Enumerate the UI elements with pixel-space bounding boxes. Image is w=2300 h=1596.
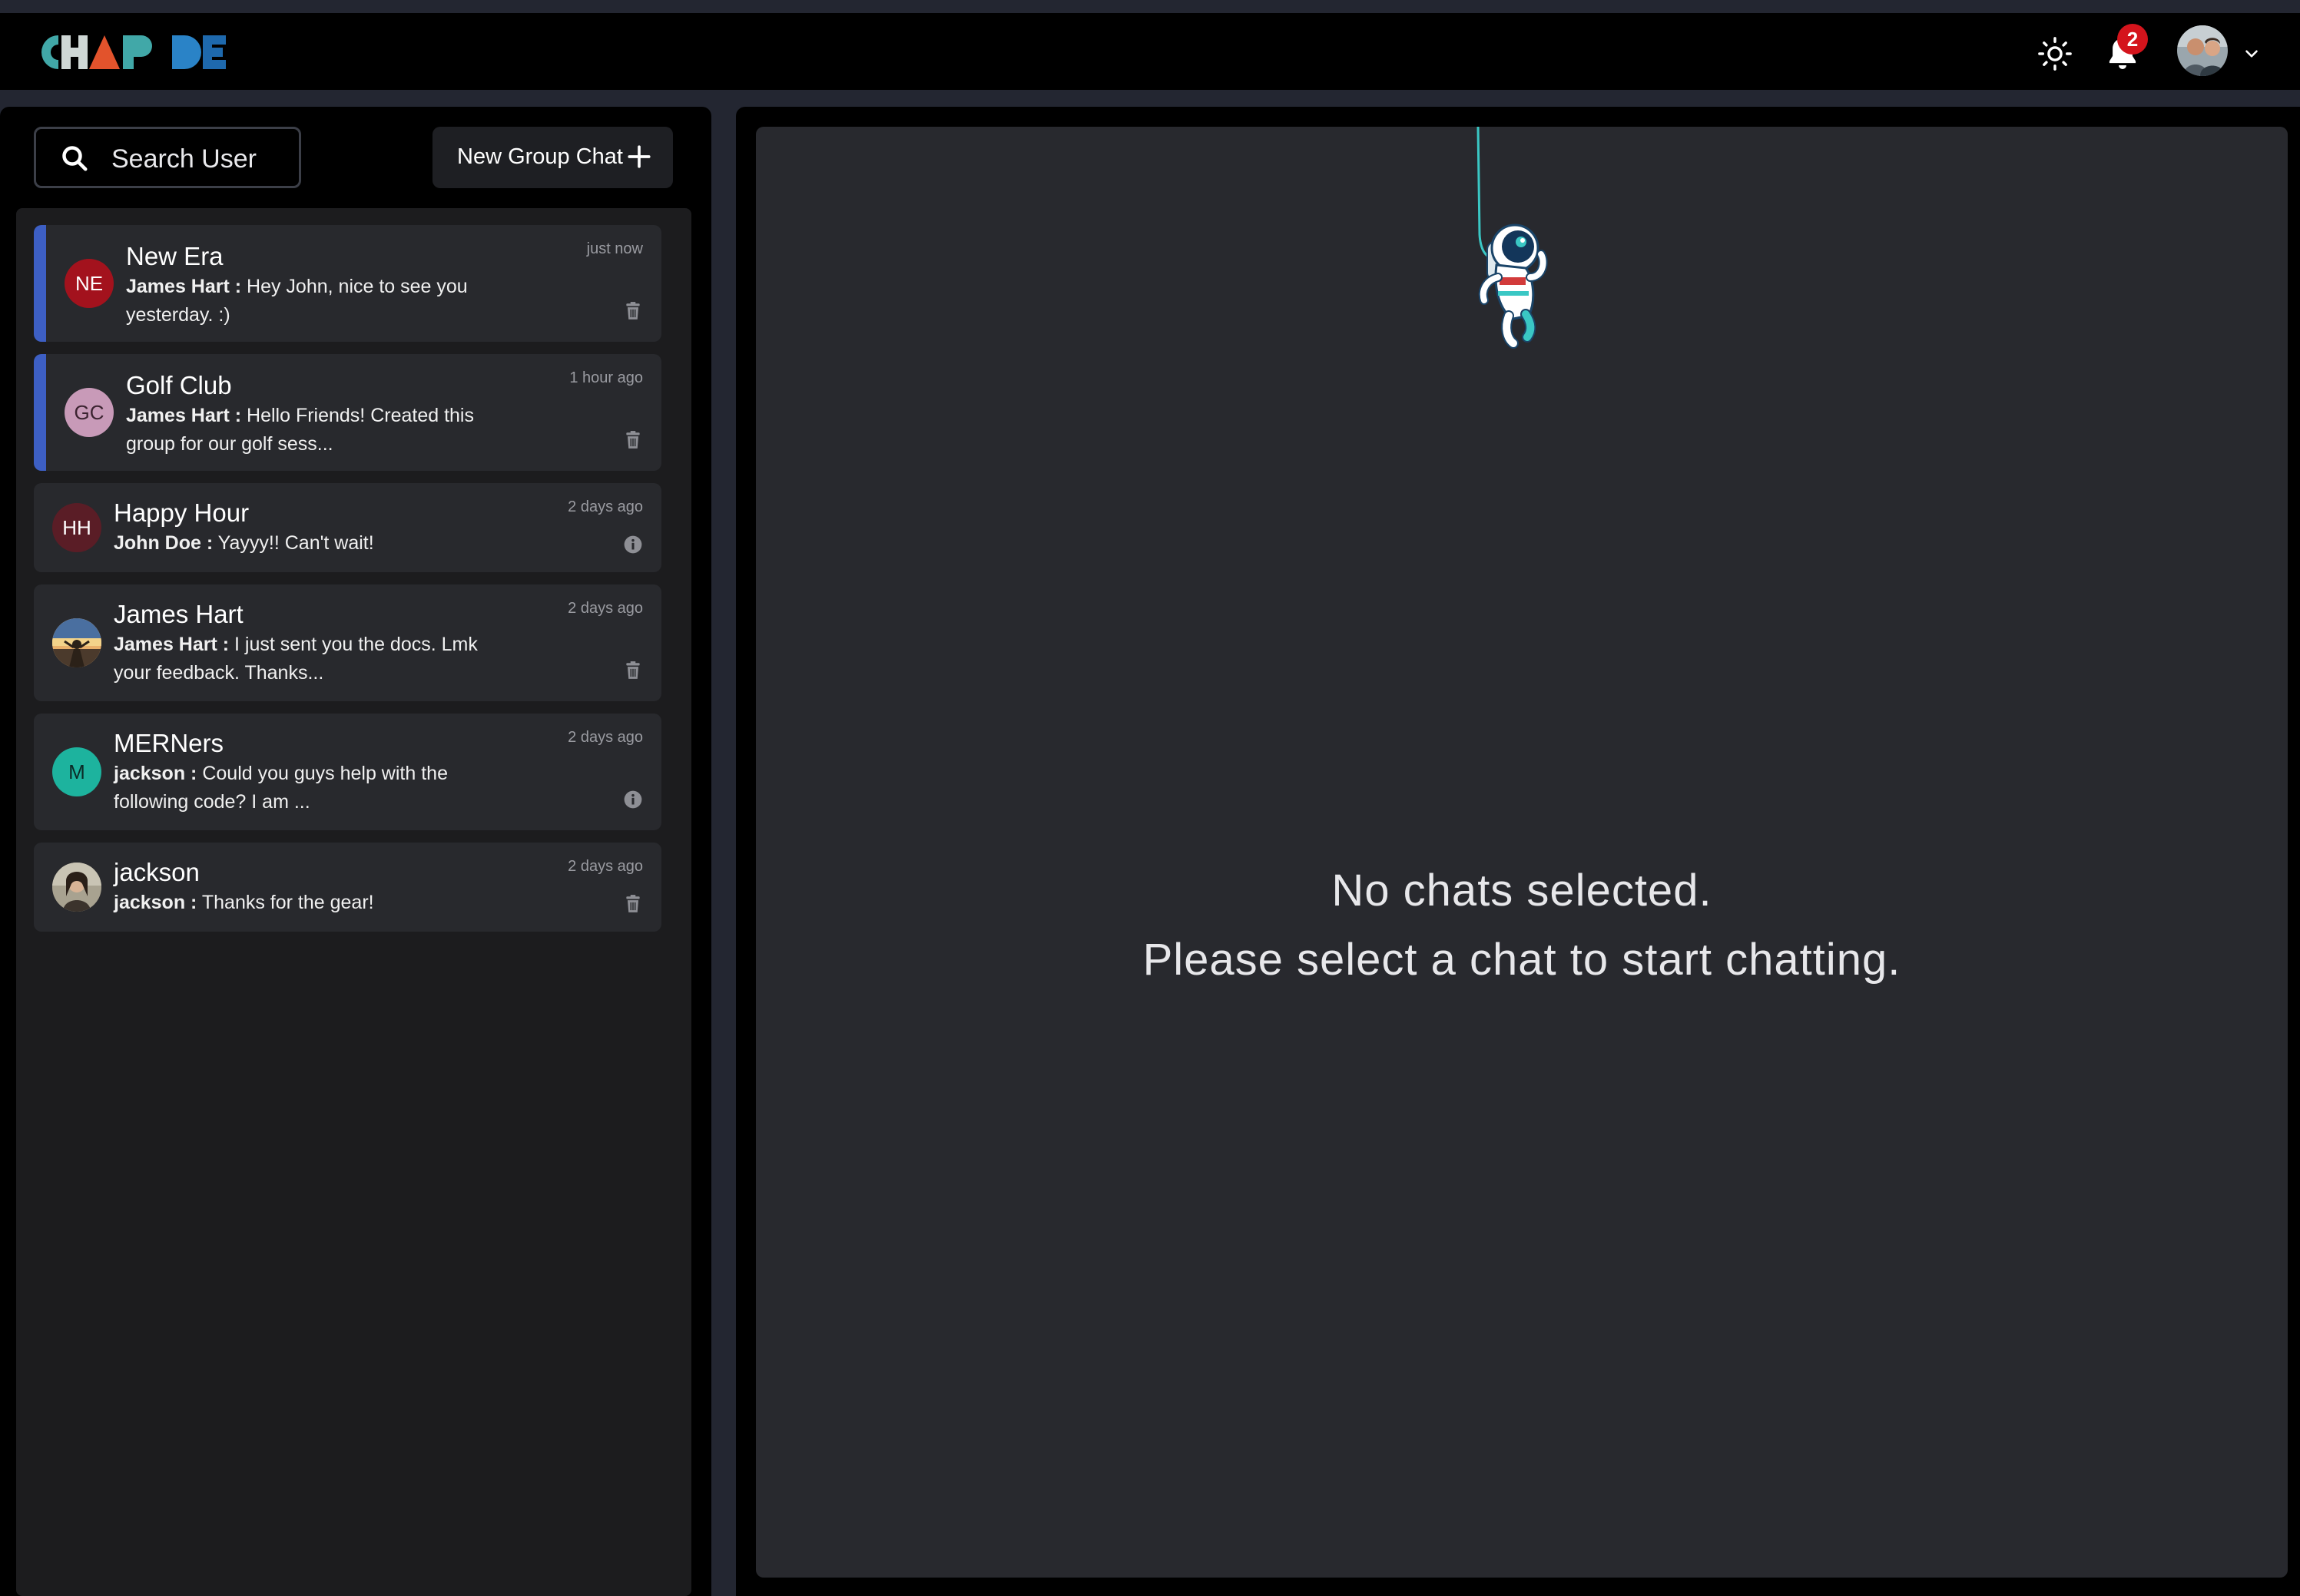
message-sender: James Hart : — [114, 634, 230, 655]
message-sender: John Doe : — [114, 532, 214, 554]
avatar — [52, 618, 101, 667]
empty-state-subtitle: Please select a chat to start chatting. — [1142, 935, 1901, 985]
top-navbar: 2 — [0, 13, 2300, 90]
chat-timestamp: 2 days ago — [568, 498, 643, 515]
chat-last-message: jackson : Thanks for the gear! — [114, 889, 505, 917]
chat-list-item[interactable]: M MERNers jackson : Could you guys help … — [34, 714, 661, 830]
chat-name: Happy Hour — [114, 498, 250, 527]
chat-timestamp: 2 days ago — [568, 600, 643, 617]
message-sender: jackson : — [114, 763, 197, 784]
new-group-chat-button[interactable]: New Group Chat — [432, 127, 673, 188]
trash-icon[interactable] — [623, 893, 643, 915]
no-chat-selected-message: No chats selected. Please select a chat … — [756, 856, 2288, 995]
app-root: 2 Search User New Group Chat NE New Era … — [0, 0, 2300, 1596]
chats-sidebar: Search User New Group Chat NE New Era Ja… — [0, 107, 711, 1596]
avatar: M — [52, 747, 101, 796]
message-text: Yayyy!! Can't wait! — [217, 532, 374, 554]
avatar — [52, 863, 101, 912]
search-user-label: Search User — [111, 144, 257, 174]
unread-indicator — [34, 225, 46, 342]
trash-icon[interactable] — [623, 660, 643, 681]
avatar: GC — [65, 388, 114, 437]
theme-toggle-sun-icon[interactable] — [2037, 36, 2073, 71]
chat-last-message: John Doe : Yayyy!! Can't wait! — [114, 529, 505, 558]
chevron-down-icon[interactable] — [2242, 44, 2262, 64]
search-icon — [62, 146, 88, 171]
chat-list-item[interactable]: James Hart James Hart : I just sent you … — [34, 584, 661, 701]
chat-name: New Era — [126, 242, 224, 270]
chat-timestamp: just now — [586, 240, 643, 257]
chat-list: NE New Era James Hart : Hey John, nice t… — [16, 208, 691, 1596]
chat-list-item[interactable]: HH Happy Hour John Doe : Yayyy!! Can't w… — [34, 483, 661, 572]
chat-timestamp: 2 days ago — [568, 729, 643, 746]
chat-timestamp: 1 hour ago — [569, 369, 643, 386]
chat-list-item[interactable]: jackson jackson : Thanks for the gear! 2… — [34, 843, 661, 932]
message-sender: James Hart : — [126, 276, 242, 297]
empty-state-title: No chats selected. — [1331, 866, 1712, 916]
trash-icon[interactable] — [623, 429, 643, 451]
avatar: HH — [52, 503, 101, 552]
message-sender: jackson : — [114, 892, 197, 913]
chat-last-message: James Hart : Hey John, nice to see you y… — [126, 273, 518, 329]
chat-name: Golf Club — [126, 371, 232, 399]
new-group-chat-label: New Group Chat — [457, 144, 623, 169]
app-logo[interactable] — [28, 31, 243, 74]
message-text: Thanks for the gear! — [201, 892, 374, 913]
chat-window: No chats selected. Please select a chat … — [736, 107, 2300, 1596]
info-icon[interactable] — [623, 534, 643, 555]
chat-name: James Hart — [114, 600, 244, 628]
chat-last-message: James Hart : I just sent you the docs. L… — [114, 631, 505, 687]
chat-last-message: jackson : Could you guys help with the f… — [114, 760, 505, 816]
message-sender: James Hart : — [126, 405, 242, 426]
chat-timestamp: 2 days ago — [568, 858, 643, 875]
astronaut-illustration — [1476, 127, 1548, 349]
chat-last-message: James Hart : Hello Friends! Created this… — [126, 402, 518, 459]
chat-list-item[interactable]: NE New Era James Hart : Hey John, nice t… — [34, 225, 661, 342]
profile-avatar[interactable] — [2177, 25, 2228, 76]
trash-icon[interactable] — [623, 300, 643, 322]
chat-list-item[interactable]: GC Golf Club James Hart : Hello Friends!… — [34, 354, 661, 471]
info-icon[interactable] — [623, 789, 643, 810]
notification-count-badge: 2 — [2117, 24, 2148, 55]
chat-name: jackson — [114, 858, 200, 886]
plus-icon — [628, 145, 651, 168]
search-user-button[interactable]: Search User — [34, 127, 301, 188]
chat-name: MERNers — [114, 729, 224, 757]
chat-empty-state: No chats selected. Please select a chat … — [756, 127, 2288, 1578]
unread-indicator — [34, 354, 46, 471]
avatar: NE — [65, 259, 114, 308]
